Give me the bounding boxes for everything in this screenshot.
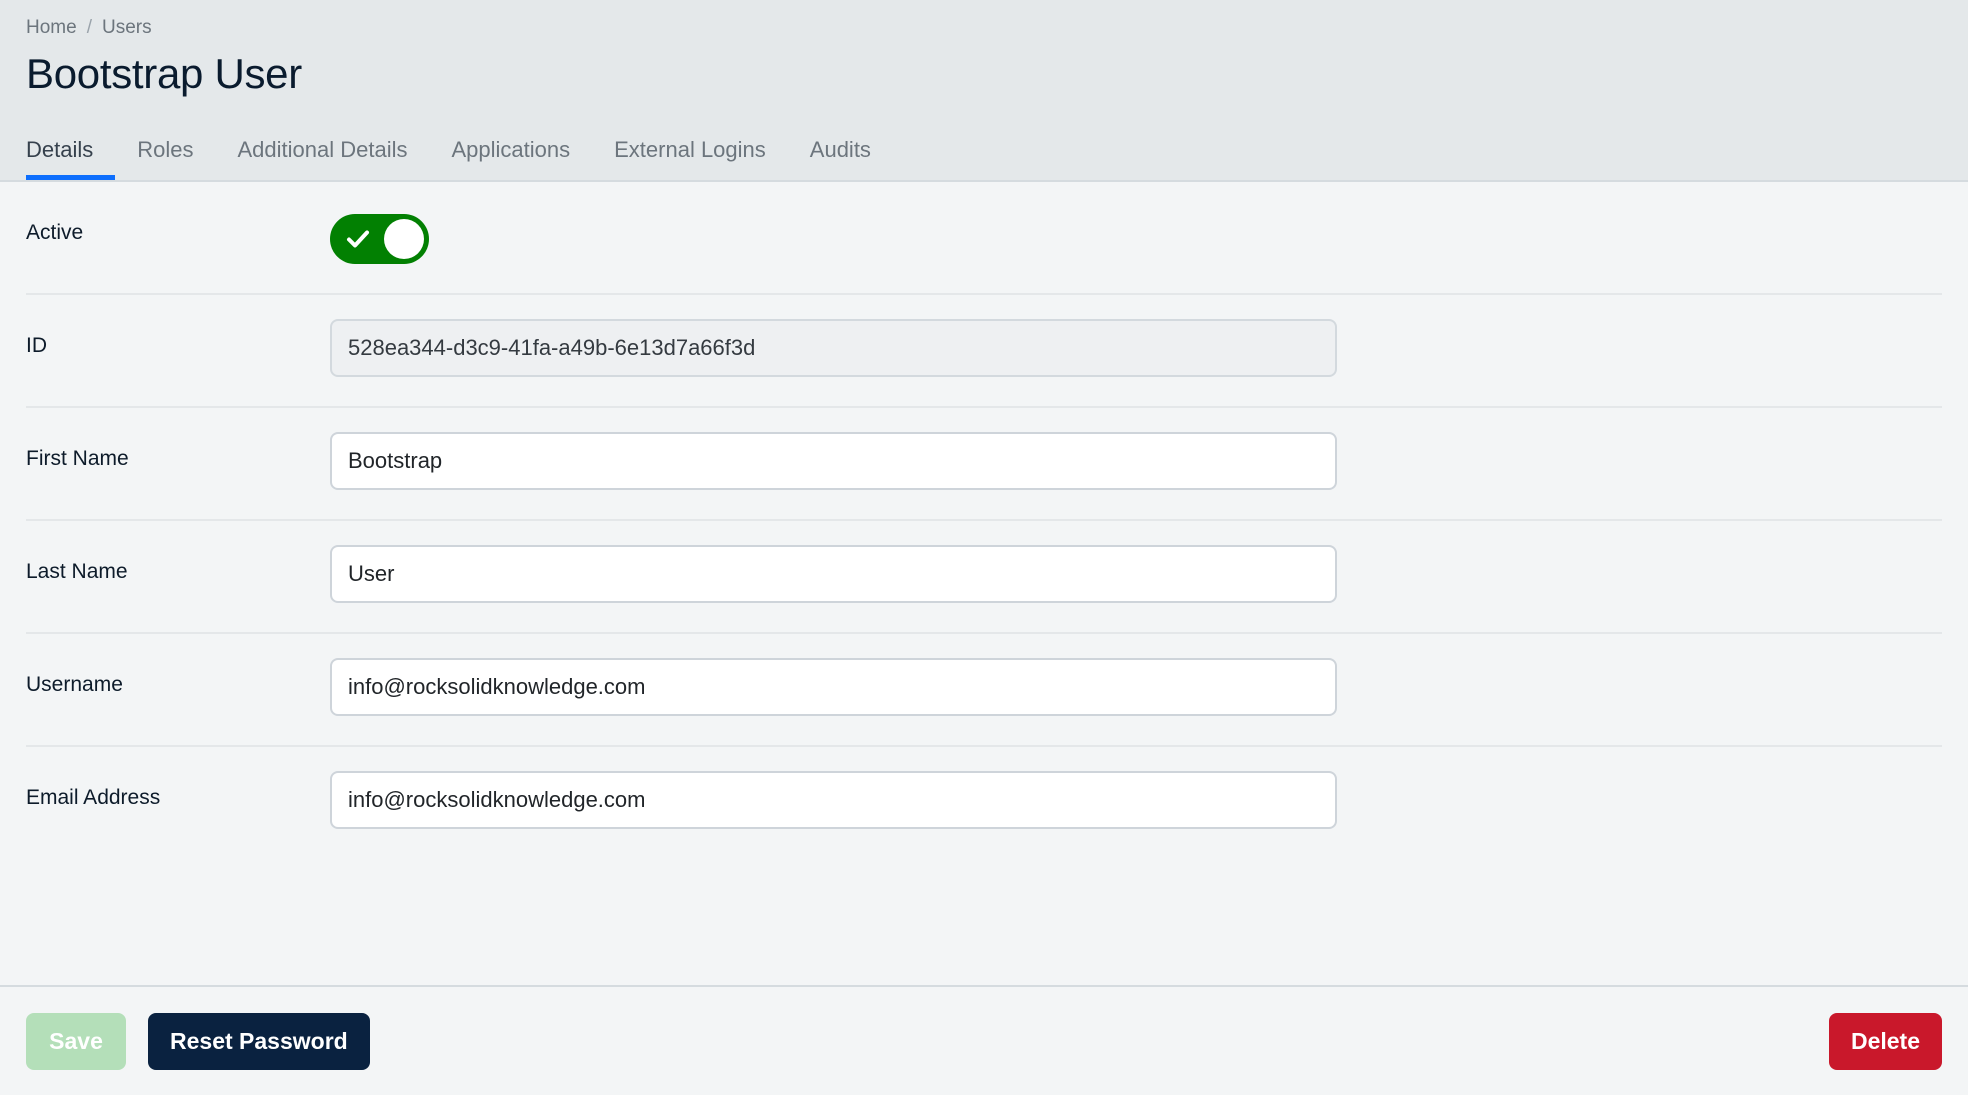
toggle-knob (384, 219, 424, 259)
form-row-active: Active (26, 182, 1942, 295)
breadcrumb-item-users[interactable]: Users (102, 14, 152, 42)
id-field[interactable] (330, 319, 1337, 377)
delete-button[interactable]: Delete (1828, 1012, 1942, 1070)
tab-audits[interactable]: Audits (788, 139, 893, 180)
form-row-id: ID (26, 295, 1942, 408)
form-row-first-name: First Name (26, 408, 1942, 521)
page-header: Home / Users Bootstrap User Details Role… (0, 0, 1968, 182)
breadcrumb: Home / Users (26, 14, 1942, 42)
first-name-control (330, 432, 1337, 490)
breadcrumb-separator: / (86, 17, 92, 38)
action-bar-left: Save Reset Password (26, 1012, 370, 1070)
check-icon (346, 227, 370, 251)
last-name-control (330, 545, 1337, 603)
reset-password-button[interactable]: Reset Password (148, 1012, 370, 1070)
first-name-label: First Name (26, 447, 129, 470)
form-row-last-name: Last Name (26, 521, 1942, 634)
tab-applications[interactable]: Applications (429, 139, 592, 180)
id-control (330, 319, 1337, 377)
last-name-label: Last Name (26, 560, 128, 583)
active-label: Active (26, 221, 84, 244)
user-details-page: Home / Users Bootstrap User Details Role… (0, 0, 1968, 1095)
username-label: Username (26, 673, 123, 696)
email-control (330, 771, 1337, 829)
save-button[interactable]: Save (26, 1012, 126, 1070)
last-name-field[interactable] (330, 545, 1337, 603)
action-bar: Save Reset Password Delete (0, 985, 1968, 1095)
page-title: Bootstrap User (26, 50, 302, 97)
active-toggle[interactable] (330, 214, 429, 264)
details-form: Active ID First Name (0, 182, 1968, 860)
tab-external-logins[interactable]: External Logins (592, 139, 788, 180)
email-field[interactable] (330, 771, 1337, 829)
form-row-username: Username (26, 634, 1942, 747)
username-control (330, 658, 1337, 716)
breadcrumb-item-home[interactable]: Home (26, 14, 77, 42)
active-control (330, 206, 1337, 264)
action-bar-right: Delete (1828, 1012, 1942, 1070)
form-row-email: Email Address (26, 747, 1942, 860)
email-label: Email Address (26, 786, 161, 809)
tab-roles[interactable]: Roles (115, 139, 215, 180)
username-field[interactable] (330, 658, 1337, 716)
first-name-field[interactable] (330, 432, 1337, 490)
tab-additional-details[interactable]: Additional Details (216, 139, 430, 180)
id-label: ID (26, 334, 47, 357)
tab-details[interactable]: Details (26, 139, 116, 180)
tab-bar: Details Roles Additional Details Applica… (26, 124, 1968, 180)
